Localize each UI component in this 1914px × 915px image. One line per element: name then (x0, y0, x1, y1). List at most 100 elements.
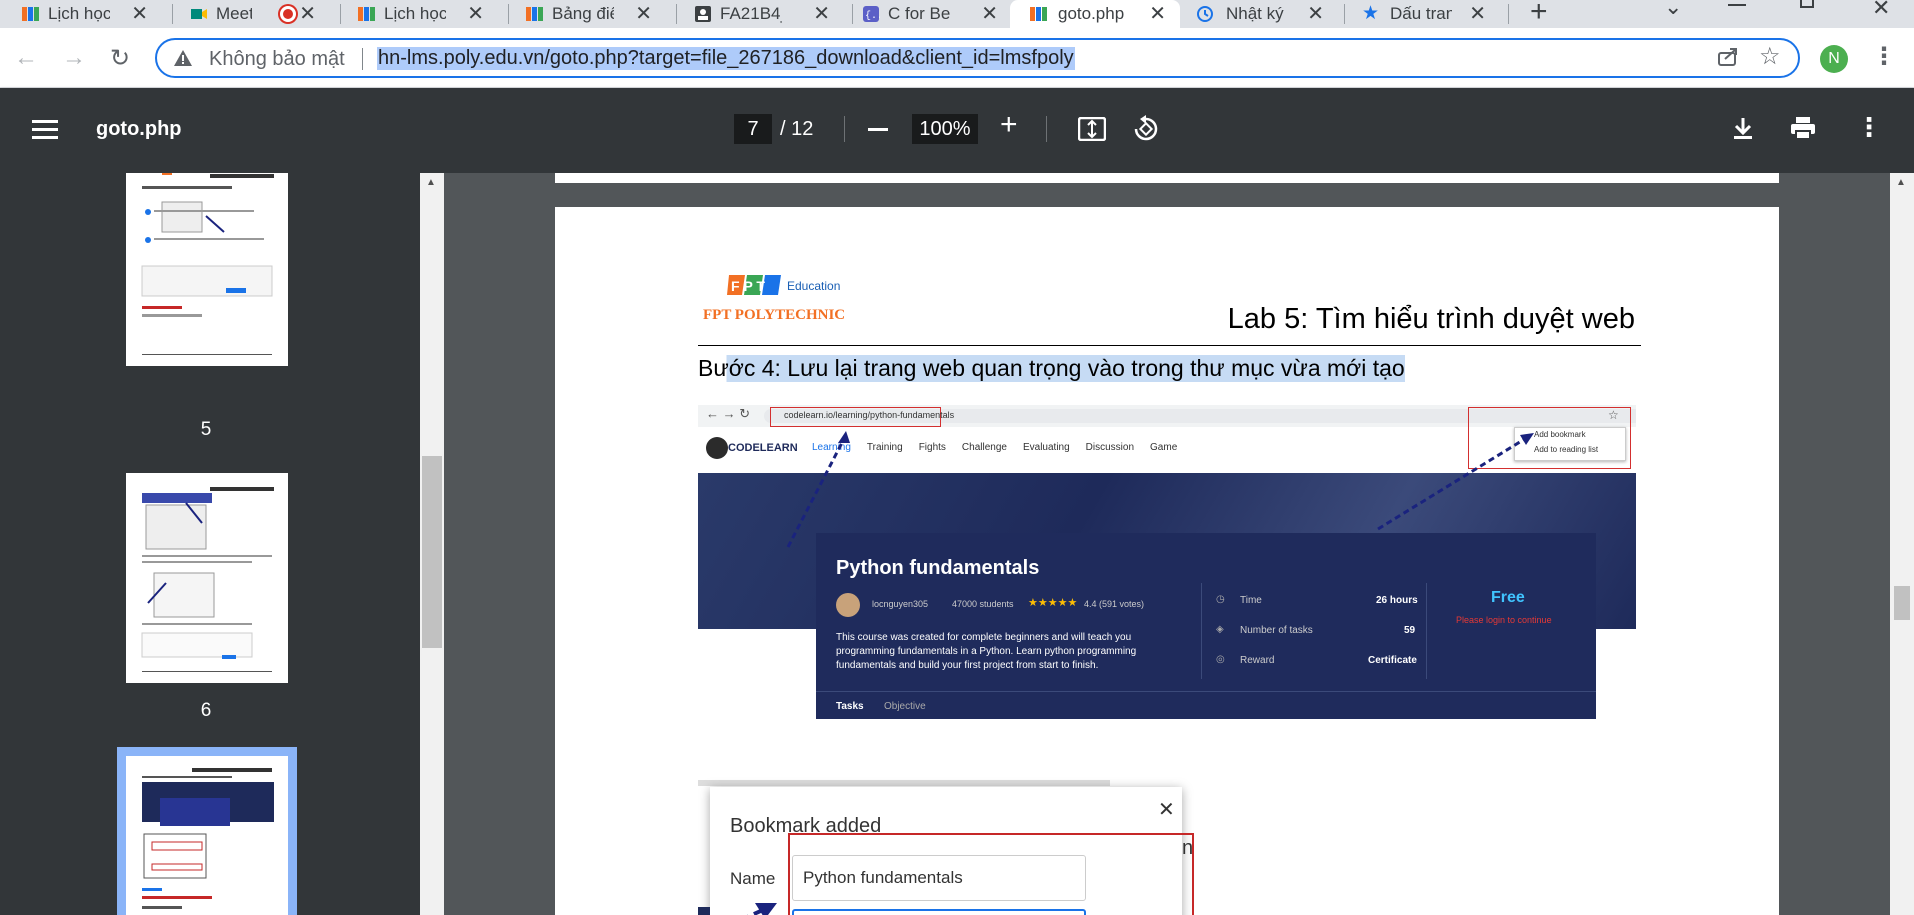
tab-lich-hoc-2[interactable]: Lịch học ✕ (358, 0, 498, 28)
course-students: 47000 students (952, 599, 1014, 609)
dialog-shadow-strip (698, 780, 1110, 786)
reward-value: Certificate (1368, 655, 1417, 666)
logo-polytechnic-text: FPT POLYTECHNIC (703, 307, 846, 323)
pdf-toolbar: goto.php 7 / 12 100% + ⋮ (0, 88, 1914, 173)
tab-goto-php[interactable]: goto.php ✕ (1010, 0, 1180, 28)
tab-fa21b4[interactable]: FA21B4_ ✕ (694, 0, 844, 28)
zoom-input[interactable]: 100% (912, 114, 978, 144)
chrome-menu-icon[interactable]: ⋮ (1872, 42, 1896, 71)
course-author: locnguyen305 (872, 599, 929, 609)
minimize-icon[interactable] (1728, 4, 1746, 6)
tab-title: Lịch học (48, 4, 110, 23)
zoom-out-icon[interactable] (868, 128, 888, 131)
window-close-icon[interactable]: ✕ (1872, 0, 1890, 21)
course-card: Python fundamentals locnguyen305 47000 s… (816, 533, 1596, 719)
url-text[interactable]: hn-lms.poly.edu.vn/goto.php?target=file_… (377, 47, 1075, 70)
new-tab-icon[interactable]: + (1530, 0, 1548, 29)
browser-toolbar: ← → ↻ Không bảo mật hn-lms.poly.edu.vn/g… (0, 28, 1914, 88)
zoom-in-icon[interactable]: + (1000, 108, 1018, 142)
tasks-value: 59 (1404, 625, 1416, 636)
scroll-up-icon[interactable]: ▲ (426, 177, 436, 188)
svg-text:F P T: F P T (731, 278, 765, 294)
tasks-label: Number of tasks (1240, 625, 1313, 636)
tab-title: Bảng điể (552, 4, 614, 23)
tab-title: C for Beg (888, 4, 950, 23)
browser-tab-strip: Lịch học ✕ Meet ✕ Lịch học ✕ Bảng điể ✕ … (0, 0, 1914, 28)
history-icon (1196, 5, 1214, 23)
rating-stars-icon: ★★★★★ (1028, 597, 1078, 609)
course-tab-tasks: Tasks (836, 701, 864, 712)
back-icon[interactable]: ← (14, 44, 38, 72)
address-bar[interactable]: Không bảo mật hn-lms.poly.edu.vn/goto.ph… (155, 38, 1800, 78)
course-tab-objective: Objective (884, 701, 926, 712)
sidebar-scroll-thumb[interactable] (422, 456, 442, 648)
pdf-page-previous (555, 173, 1779, 183)
author-avatar (836, 593, 860, 617)
fpt-logo-icon (1030, 5, 1048, 23)
rotate-icon[interactable] (1132, 115, 1160, 148)
profile-avatar[interactable]: N (1820, 45, 1848, 73)
close-icon[interactable]: ✕ (1307, 1, 1324, 26)
tab-title: Lịch học (384, 4, 446, 23)
page-header-title: Lab 5: Tìm hiểu trình duyệt web (1227, 303, 1635, 335)
tab-meet[interactable]: Meet ✕ (190, 0, 330, 28)
course-description: This course was created for complete beg… (836, 632, 1137, 671)
pdf-file-name: goto.php (96, 118, 182, 140)
security-label[interactable]: Không bảo mật (209, 48, 345, 71)
fit-page-icon[interactable] (1077, 116, 1107, 146)
tab-title: Nhật ký (1226, 4, 1284, 23)
thumbnail-sidebar: 5 6 (0, 173, 420, 915)
thumbnail-page-7-selected[interactable] (117, 747, 297, 915)
tab-bang-diem[interactable]: Bảng điể ✕ (526, 0, 666, 28)
thumbnail-label: 5 (200, 419, 212, 440)
pdf-page-current: F P T Education FPT POLYTECHNIC Lab 5: T… (555, 207, 1779, 915)
forward-icon[interactable]: → (62, 44, 86, 72)
fpt-education-logo: F P T (727, 271, 783, 304)
dialog-name-input: Python fundamentals (792, 855, 1086, 901)
pdf-more-icon[interactable]: ⋮ (1856, 112, 1882, 143)
page-number-input[interactable]: 7 (734, 114, 772, 144)
close-icon[interactable]: ✕ (981, 1, 998, 26)
print-icon[interactable] (1790, 116, 1816, 145)
pointer-arrow (746, 903, 777, 915)
scroll-up-icon[interactable]: ▲ (1896, 177, 1906, 188)
step-text: Bước 4: Lưu lại trang web quan trọng vào… (698, 355, 1405, 382)
pdf-viewer: F P T Education FPT POLYTECHNIC Lab 5: T… (444, 173, 1890, 915)
fpt-logo-icon (526, 5, 544, 23)
dialog-edge-text: n (1182, 837, 1194, 859)
close-icon[interactable]: ✕ (635, 1, 652, 26)
viewer-scroll-thumb[interactable] (1894, 586, 1910, 620)
tab-title: Dấu trang (1390, 4, 1452, 23)
course-title: Python fundamentals (836, 557, 1040, 579)
close-icon[interactable]: ✕ (813, 1, 830, 26)
close-icon[interactable]: ✕ (1149, 1, 1166, 26)
reload-icon[interactable]: ↻ (110, 44, 130, 73)
dialog-name-label: Name (730, 869, 776, 888)
sidebar-scrollbar[interactable]: ▲ (420, 173, 444, 915)
warning-icon[interactable] (173, 49, 193, 72)
menu-icon[interactable] (32, 119, 58, 146)
thumbnail-page-6[interactable] (126, 473, 288, 683)
tab-history[interactable]: Nhật ký ✕ (1196, 0, 1338, 28)
close-icon[interactable]: ✕ (131, 1, 148, 26)
tab-search-chevron-icon[interactable]: ⌄ (1664, 0, 1682, 20)
tab-c-for-beginners[interactable]: {..} C for Beg ✕ (862, 0, 1012, 28)
viewer-scrollbar[interactable]: ▲ (1890, 173, 1914, 915)
close-icon[interactable]: ✕ (467, 1, 484, 26)
thumbnail-page-5[interactable] (126, 173, 288, 366)
time-value: 26 hours (1376, 595, 1418, 606)
course-rating: 4.4 (591 votes) (1084, 599, 1145, 609)
tab-lich-hoc-1[interactable]: Lịch học ✕ (22, 0, 162, 28)
close-icon[interactable]: ✕ (1469, 1, 1486, 26)
classroom-icon (694, 5, 712, 23)
thumbnail-label: 6 (200, 700, 212, 721)
share-icon[interactable] (1717, 46, 1739, 73)
tab-bookmarks[interactable]: ★ Dấu trang ✕ (1362, 0, 1496, 28)
bookmark-star-icon[interactable]: ☆ (1759, 42, 1781, 71)
clock-icon: ◷ (1216, 594, 1225, 605)
reward-icon: ◎ (1216, 654, 1225, 665)
close-icon[interactable]: ✕ (299, 1, 316, 26)
logo-education-text: Education (787, 279, 841, 293)
restore-icon[interactable] (1800, 0, 1814, 8)
download-icon[interactable] (1732, 116, 1754, 145)
